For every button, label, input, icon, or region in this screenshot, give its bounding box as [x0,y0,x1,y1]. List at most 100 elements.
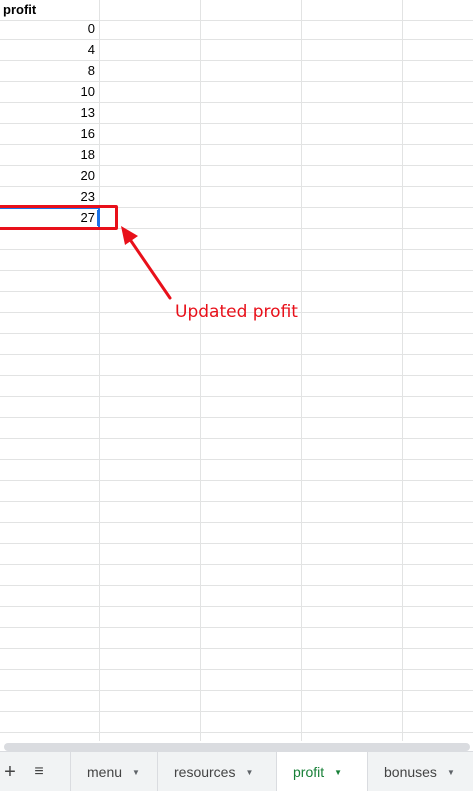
grid-cell[interactable] [403,586,473,607]
grid-cell[interactable] [302,670,403,691]
grid-cell[interactable] [0,313,100,334]
grid-cell[interactable] [403,208,473,229]
grid-cell[interactable] [403,250,473,271]
grid-cell[interactable] [302,628,403,649]
grid-cell[interactable] [100,124,201,145]
grid-cell[interactable] [403,670,473,691]
grid-cell[interactable] [100,82,201,103]
grid-cell[interactable] [100,103,201,124]
grid-cell[interactable] [302,166,403,187]
grid-cell[interactable] [403,82,473,103]
grid-cell[interactable] [403,733,473,741]
grid-cell[interactable] [201,166,302,187]
grid-cell[interactable] [201,19,302,40]
grid-cell[interactable] [403,187,473,208]
profit-cell[interactable]: 23 [0,187,100,208]
grid-cell[interactable] [201,103,302,124]
grid-cell[interactable] [100,187,201,208]
grid-cell[interactable] [302,397,403,418]
grid-cell[interactable] [403,418,473,439]
grid-cell[interactable] [100,61,201,82]
grid-cell[interactable] [100,565,201,586]
grid-cell[interactable] [201,586,302,607]
grid-cell[interactable] [0,628,100,649]
grid-cell[interactable] [201,334,302,355]
grid-cell[interactable] [201,355,302,376]
grid-cell[interactable] [302,292,403,313]
grid-cell[interactable] [302,61,403,82]
grid-cell[interactable] [302,691,403,712]
grid-cell[interactable] [100,19,201,40]
grid-cell[interactable] [201,607,302,628]
grid-cell[interactable] [403,460,473,481]
grid-cell[interactable] [201,628,302,649]
grid-cell[interactable] [403,481,473,502]
grid-cell[interactable] [201,733,302,741]
grid-cell[interactable] [403,145,473,166]
grid-cell[interactable] [0,565,100,586]
grid-cell[interactable] [302,481,403,502]
grid-cell[interactable] [403,61,473,82]
grid-cell[interactable] [0,502,100,523]
grid-cell[interactable] [403,691,473,712]
grid-cell[interactable] [201,712,302,733]
grid-cell[interactable] [302,523,403,544]
grid-cell[interactable] [100,523,201,544]
grid-cell[interactable] [201,61,302,82]
profit-cell[interactable]: 10 [0,82,100,103]
grid-cell[interactable] [403,649,473,670]
grid-cell[interactable] [201,418,302,439]
grid-cell[interactable] [201,82,302,103]
grid-cell[interactable] [201,523,302,544]
grid-cell[interactable] [0,376,100,397]
grid-cell[interactable] [302,712,403,733]
grid-cell[interactable] [100,460,201,481]
grid-cell[interactable] [403,355,473,376]
profit-cell[interactable]: 20 [0,166,100,187]
profit-cell[interactable]: 18 [0,145,100,166]
grid-cell[interactable] [201,502,302,523]
grid-cell[interactable] [302,145,403,166]
grid-cell[interactable] [403,397,473,418]
horizontal-scrollbar[interactable] [0,741,473,751]
grid-cell[interactable] [100,334,201,355]
grid-cell[interactable] [100,418,201,439]
grid-cell[interactable] [302,40,403,61]
plus-icon[interactable]: + [0,752,23,791]
grid-cell[interactable] [403,628,473,649]
grid-cell[interactable] [201,544,302,565]
grid-cell[interactable] [302,460,403,481]
grid-cell[interactable] [302,229,403,250]
grid-cell[interactable] [201,649,302,670]
grid-cell[interactable] [403,502,473,523]
grid-cell[interactable] [302,586,403,607]
sheet-tab-bonuses[interactable]: bonuses ▼ [367,752,473,791]
grid-cell[interactable] [302,19,403,40]
grid-cell[interactable] [201,670,302,691]
grid-cell[interactable] [0,586,100,607]
grid-cell[interactable] [201,0,302,21]
grid-cell[interactable] [201,208,302,229]
grid-cell[interactable] [0,418,100,439]
grid-cell[interactable] [100,733,201,741]
grid-cell[interactable] [302,187,403,208]
grid-cell[interactable] [403,313,473,334]
grid-cell[interactable] [403,439,473,460]
grid-cell[interactable] [201,460,302,481]
grid-cell[interactable] [0,355,100,376]
grid-cell[interactable] [201,376,302,397]
grid-cell[interactable] [0,544,100,565]
grid-cell[interactable] [302,565,403,586]
grid-cell[interactable] [201,250,302,271]
grid-cell[interactable] [201,691,302,712]
grid-cell[interactable] [0,607,100,628]
grid-cell[interactable] [0,292,100,313]
grid-cell[interactable] [0,460,100,481]
caret-down-icon[interactable]: ▼ [334,768,342,777]
grid-cell[interactable] [302,733,403,741]
grid-cell[interactable] [302,82,403,103]
grid-cell[interactable] [100,628,201,649]
grid-cell[interactable] [403,712,473,733]
grid-cell[interactable] [302,208,403,229]
grid-cell[interactable] [302,439,403,460]
